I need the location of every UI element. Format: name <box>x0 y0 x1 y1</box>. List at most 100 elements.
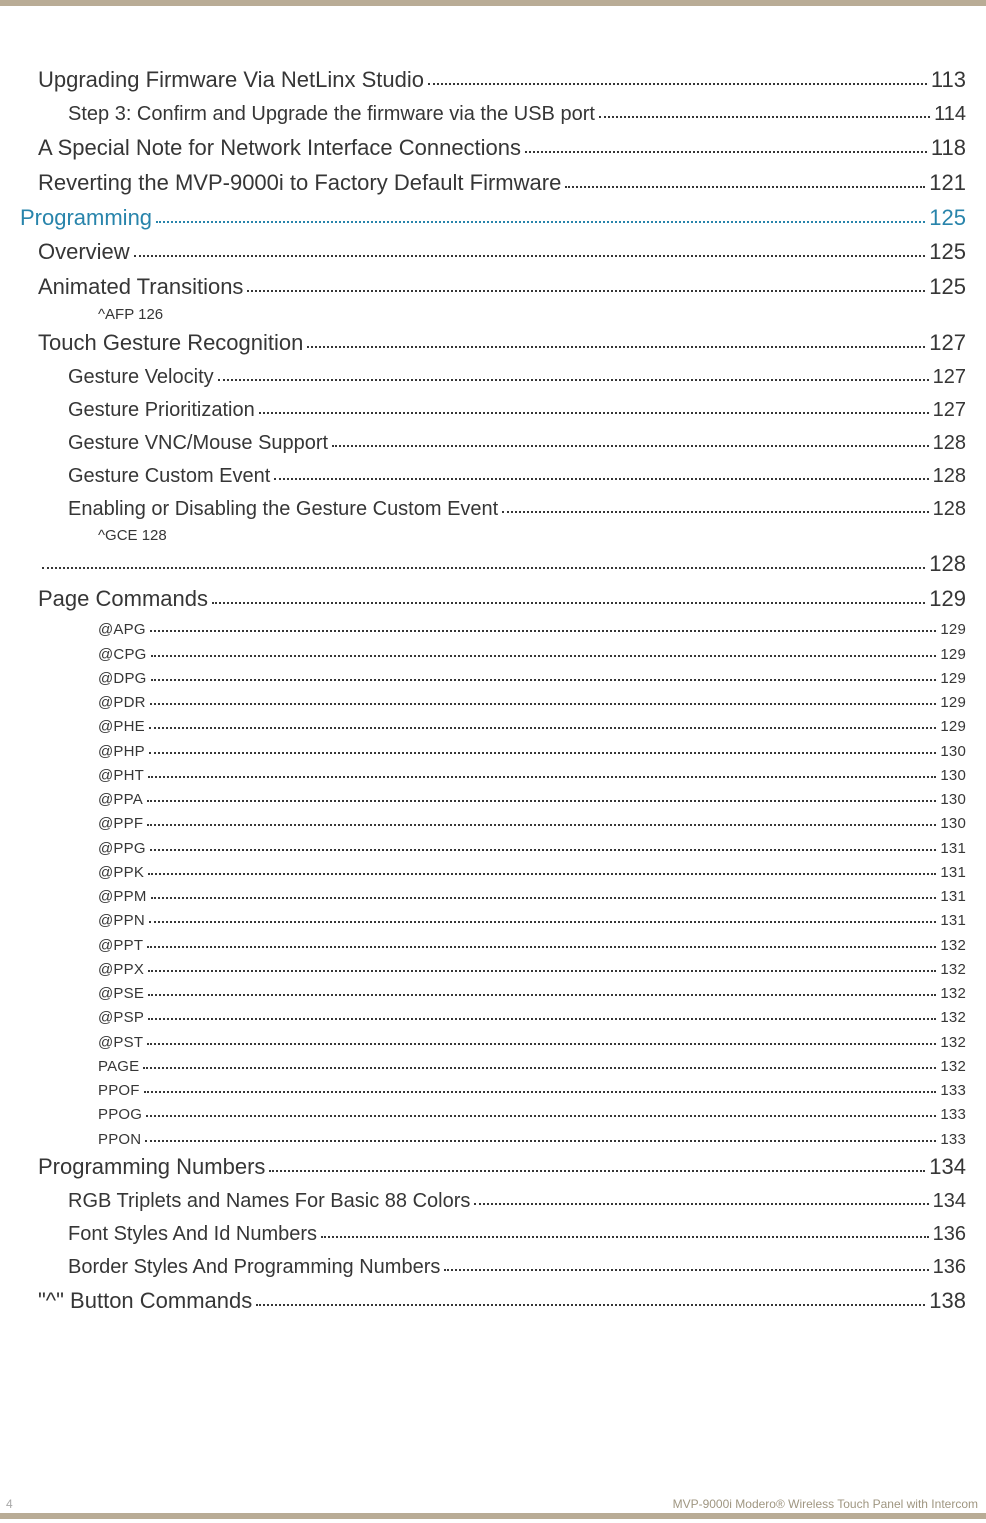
toc-row[interactable]: Page Commands 129 <box>20 583 966 612</box>
toc-row[interactable]: @PDR 129 <box>20 691 966 711</box>
toc-row[interactable]: Gesture Velocity 127 <box>20 362 966 389</box>
toc-row[interactable]: Upgrading Firmware Via NetLinx Studio 11… <box>20 64 966 93</box>
toc-row[interactable]: Overview 125 <box>20 237 966 266</box>
page: Upgrading Firmware Via NetLinx Studio 11… <box>0 0 986 1523</box>
toc-row[interactable]: @PPG 131 <box>20 836 966 856</box>
toc-page: 132 <box>940 961 966 978</box>
dot-leader <box>525 132 927 153</box>
page-number: 4 <box>6 1497 13 1511</box>
toc-page: 136 <box>933 1256 966 1279</box>
toc-row[interactable]: ^GCE 128 <box>20 527 966 544</box>
toc-row[interactable]: PPOF 133 <box>20 1079 966 1099</box>
toc-label: Font Styles And Id Numbers <box>68 1223 317 1246</box>
toc-page: 133 <box>940 1106 966 1123</box>
toc-row[interactable]: @PPX 132 <box>20 958 966 978</box>
toc-row[interactable]: @PST 132 <box>20 1030 966 1050</box>
toc-page: 131 <box>940 840 966 857</box>
dot-leader <box>151 885 937 899</box>
toc-page: 138 <box>929 1288 966 1314</box>
dot-leader <box>428 64 927 85</box>
toc-row[interactable]: A Special Note for Network Interface Con… <box>20 132 966 161</box>
dot-leader <box>148 982 936 996</box>
header-bar <box>0 0 986 6</box>
toc-row[interactable]: @PHT 130 <box>20 764 966 784</box>
toc-row[interactable]: Enabling or Disabling the Gesture Custom… <box>20 494 966 521</box>
toc-label: Programming <box>20 205 152 231</box>
toc-row[interactable]: @PPF 130 <box>20 812 966 832</box>
toc-row[interactable]: RGB Triplets and Names For Basic 88 Colo… <box>20 1186 966 1213</box>
toc-page: 133 <box>940 1082 966 1099</box>
toc-row[interactable]: Programming 125 <box>20 202 966 231</box>
toc-row[interactable]: @DPG 129 <box>20 667 966 687</box>
toc-row[interactable]: @CPG 129 <box>20 642 966 662</box>
dot-leader <box>148 958 936 972</box>
toc-page: 113 <box>931 67 966 93</box>
toc-label: @PST <box>98 1034 143 1051</box>
toc-row[interactable]: @PPK 131 <box>20 861 966 881</box>
toc-row[interactable]: Step 3: Confirm and Upgrade the firmware… <box>20 99 966 126</box>
toc-row[interactable]: PAGE 132 <box>20 1055 966 1075</box>
toc-label: @PHE <box>98 718 145 735</box>
toc-label: "^" Button Commands <box>38 1288 252 1314</box>
toc-row[interactable]: Reverting the MVP-9000i to Factory Defau… <box>20 167 966 196</box>
toc-page: 114 <box>934 103 966 126</box>
toc-row[interactable]: Gesture Prioritization 127 <box>20 395 966 422</box>
toc-page: 128 <box>933 498 966 521</box>
dot-leader <box>269 1152 925 1173</box>
toc-label: @PHP <box>98 743 145 760</box>
toc-row[interactable]: Gesture Custom Event 128 <box>20 461 966 488</box>
dot-leader <box>144 1079 937 1093</box>
toc-row[interactable]: @PSP 132 <box>20 1006 966 1026</box>
toc-label: @APG <box>98 621 146 638</box>
toc-page: 125 <box>929 239 966 265</box>
dot-leader <box>148 861 936 875</box>
toc-row[interactable]: 128 <box>20 548 966 577</box>
dot-leader <box>599 99 930 118</box>
toc-row[interactable]: @PPN 131 <box>20 909 966 929</box>
toc-label: Border Styles And Programming Numbers <box>68 1256 440 1279</box>
toc-label: PPOG <box>98 1106 142 1123</box>
toc-row[interactable]: Programming Numbers 134 <box>20 1152 966 1181</box>
toc-page: 129 <box>940 670 966 687</box>
toc-row[interactable]: @PHE 129 <box>20 715 966 735</box>
toc-row[interactable]: "^" Button Commands 138 <box>20 1285 966 1314</box>
toc-row[interactable]: @PSE 132 <box>20 982 966 1002</box>
toc-row[interactable]: @PPA 130 <box>20 788 966 808</box>
toc-row[interactable]: Border Styles And Programming Numbers 13… <box>20 1252 966 1279</box>
toc-label: @PPK <box>98 864 144 881</box>
toc-row[interactable]: @PPM 131 <box>20 885 966 905</box>
toc-label: @PDR <box>98 694 146 711</box>
toc-row[interactable]: PPOG 133 <box>20 1103 966 1123</box>
toc-page: 129 <box>940 694 966 711</box>
toc-label: Page Commands <box>38 586 208 612</box>
toc-label: Gesture VNC/Mouse Support <box>68 432 328 455</box>
dot-leader <box>148 1006 936 1020</box>
toc-page: 134 <box>929 1154 966 1180</box>
dot-leader <box>218 362 929 381</box>
toc-row[interactable]: @PPT 132 <box>20 933 966 953</box>
toc-page: 118 <box>931 135 966 161</box>
dot-leader <box>156 202 925 223</box>
toc-page: 131 <box>940 864 966 881</box>
toc-label: PAGE <box>98 1058 139 1075</box>
toc-row[interactable]: Animated Transitions 125 <box>20 271 966 300</box>
toc-label: Touch Gesture Recognition <box>38 330 303 356</box>
toc-row[interactable]: @APG 129 <box>20 618 966 638</box>
dot-leader <box>307 327 925 348</box>
toc-row[interactable]: Font Styles And Id Numbers 136 <box>20 1219 966 1246</box>
toc-row[interactable]: PPON 133 <box>20 1127 966 1147</box>
toc-row[interactable]: ^AFP 126 <box>20 306 966 323</box>
toc-label: @PPT <box>98 937 143 954</box>
toc-label: Reverting the MVP-9000i to Factory Defau… <box>38 170 561 196</box>
toc-label: @PPF <box>98 815 143 832</box>
dot-leader <box>150 618 937 632</box>
dot-leader <box>147 788 936 802</box>
toc-page: 131 <box>940 912 966 929</box>
toc-page: 128 <box>933 465 966 488</box>
toc-page: 127 <box>929 330 966 356</box>
toc-label: @DPG <box>98 670 147 687</box>
toc-row[interactable]: Gesture VNC/Mouse Support 128 <box>20 428 966 455</box>
dot-leader <box>148 764 936 778</box>
toc-row[interactable]: Touch Gesture Recognition 127 <box>20 327 966 356</box>
toc-row[interactable]: @PHP 130 <box>20 739 966 759</box>
